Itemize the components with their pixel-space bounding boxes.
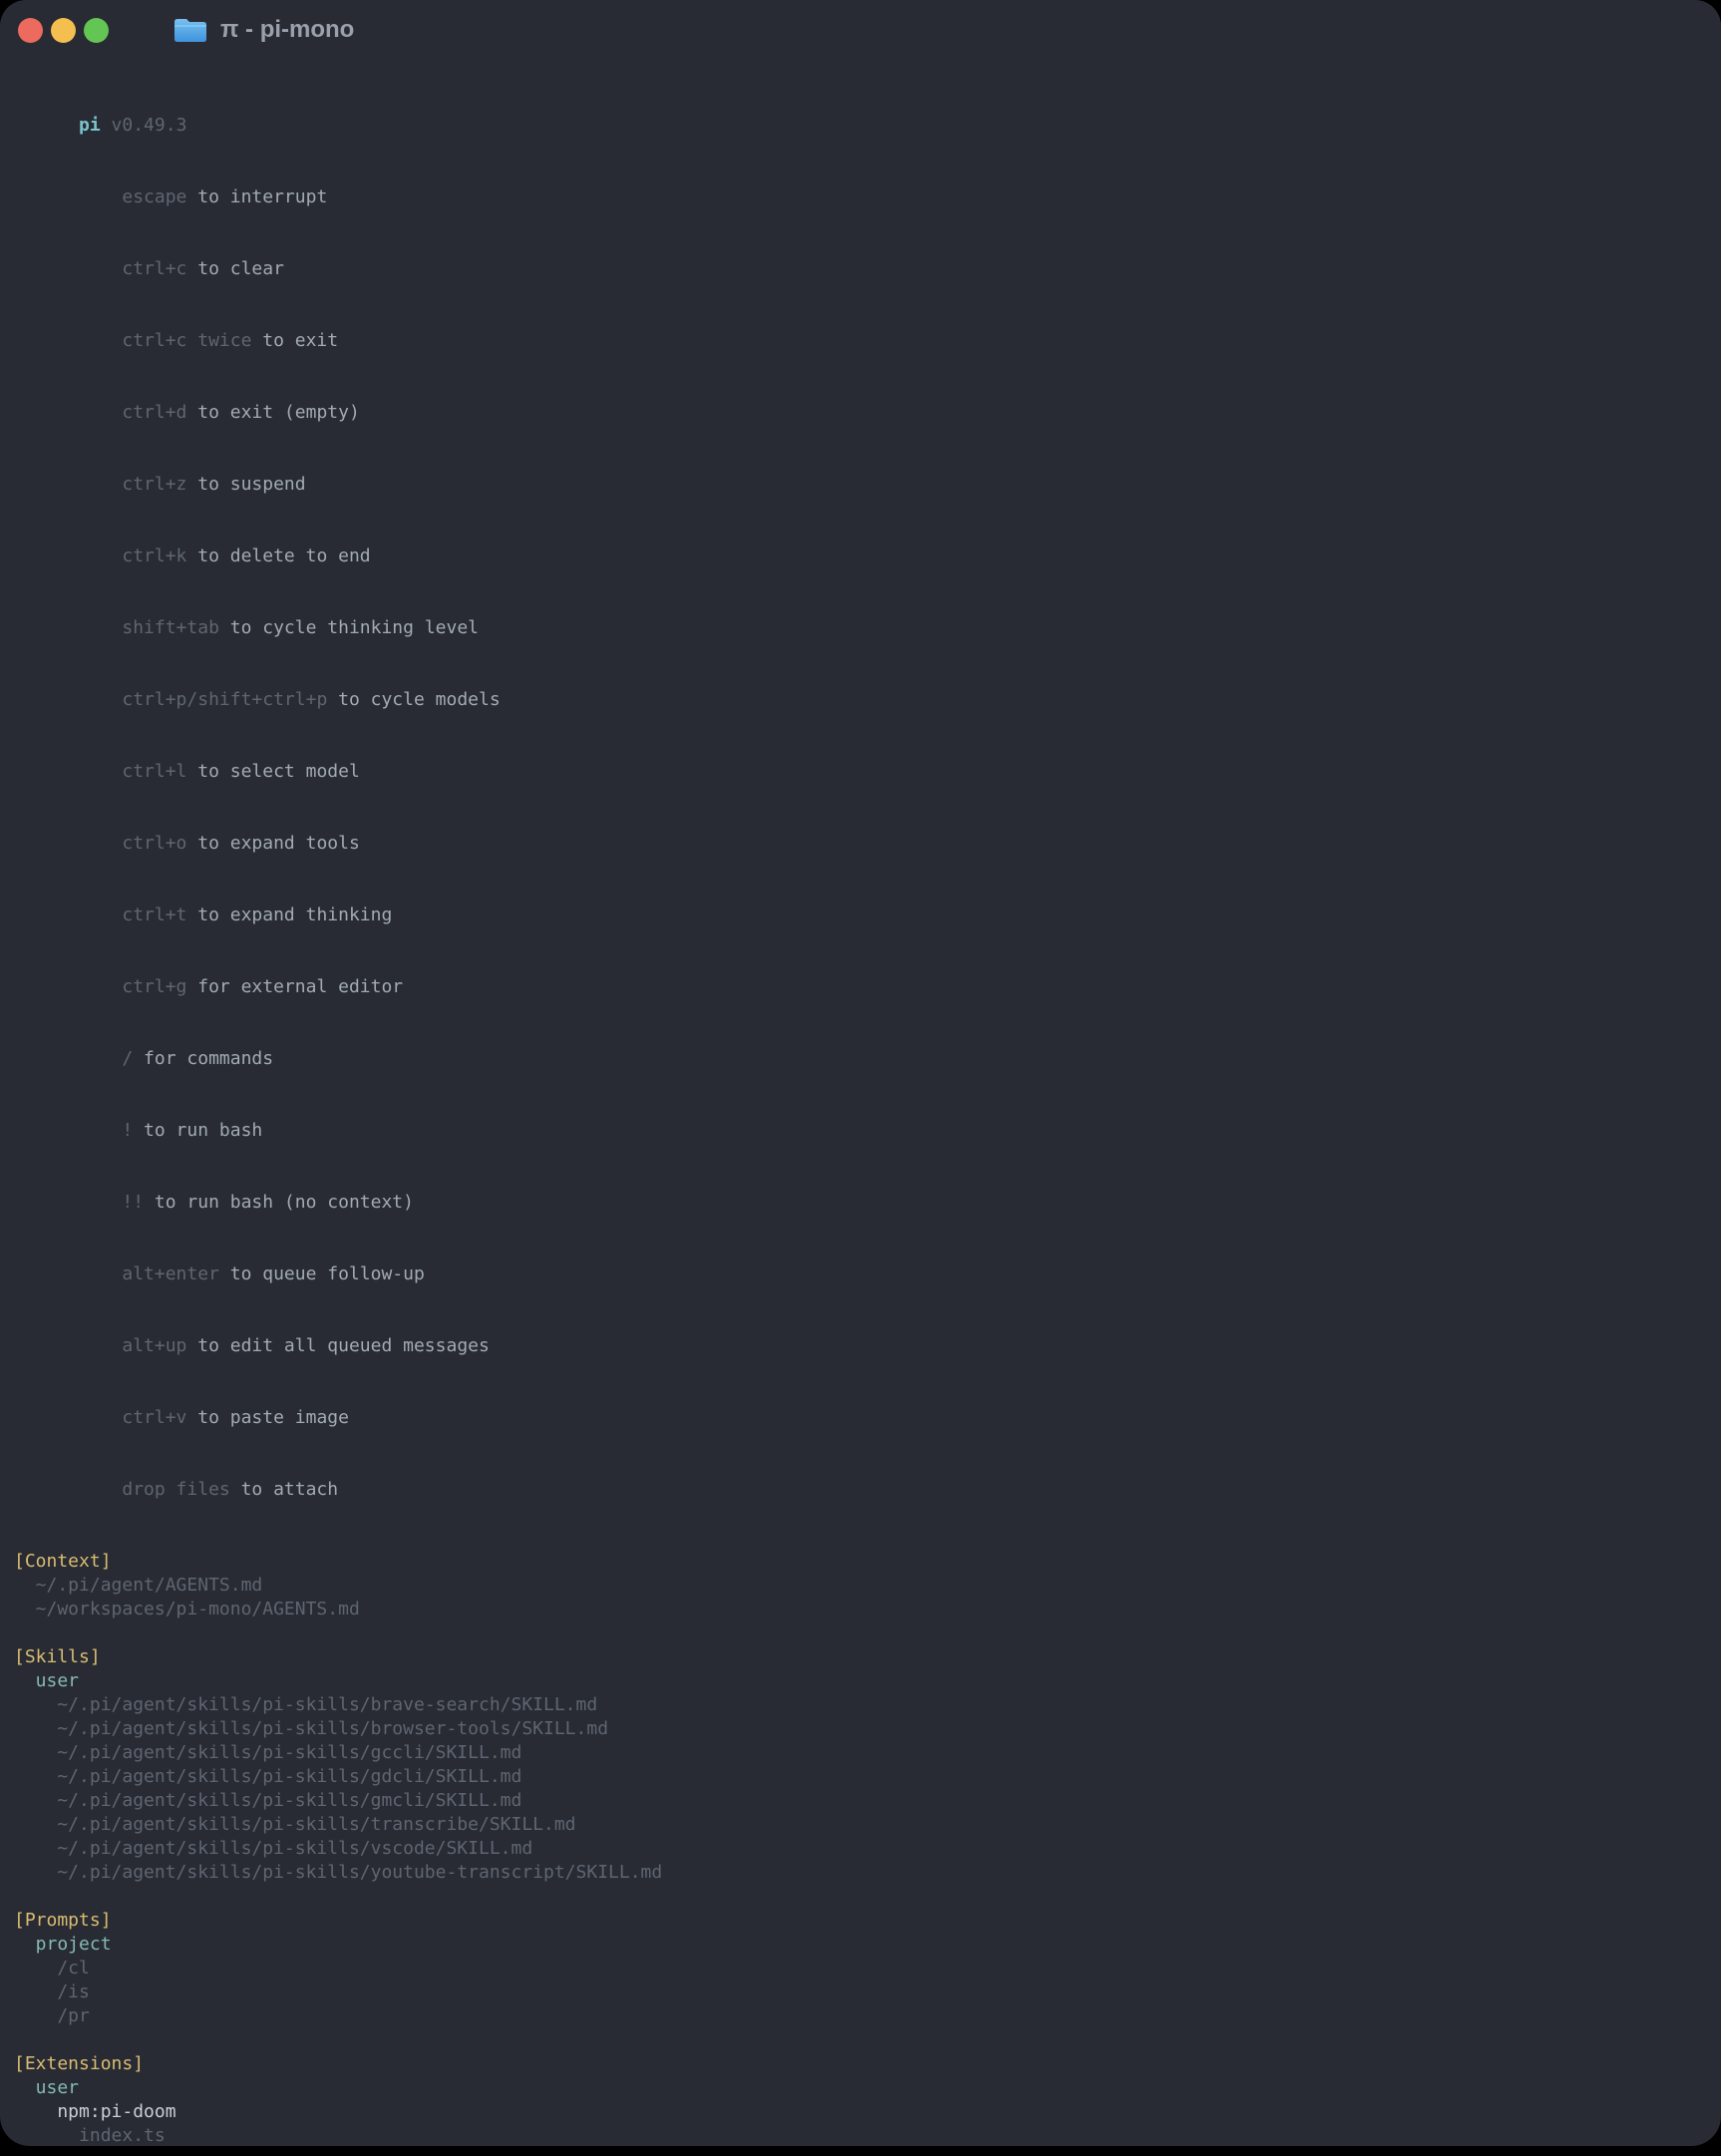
shortcut-key: ctrl+z (122, 474, 186, 495)
shortcut-desc: to delete to end (197, 545, 370, 566)
section-extensions: [Extensions] user npm:pi-doom index.ts p… (14, 2052, 1707, 2146)
shortcut-desc: to edit all queued messages (197, 1335, 490, 1356)
shortcut-desc: to exit (262, 330, 338, 351)
shortcut-line: drop files to attach (14, 1454, 1707, 1526)
shortcut-line: ctrl+k to delete to end (14, 521, 1707, 592)
terminal-content: pi v0.49.3 escape to interrupt ctrl+c to cl… (0, 90, 1721, 2146)
prompt-item: /cl (14, 1957, 1707, 1980)
shortcut-key: ctrl+c twice (122, 330, 251, 351)
shortcut-desc: to run bash (no context) (155, 1192, 414, 1213)
shortcut-line: ctrl+d to exit (empty) (14, 377, 1707, 449)
prompts-scope-label: project (14, 1933, 1707, 1957)
skills-scope-label: user (14, 1669, 1707, 1693)
context-header: [Context] (14, 1550, 1707, 1574)
skill-path: ~/.pi/agent/skills/pi-skills/youtube-tra… (14, 1861, 1707, 1885)
minimize-button[interactable] (51, 18, 76, 43)
shortcut-line: !! to run bash (no context) (14, 1167, 1707, 1239)
skill-path: ~/.pi/agent/skills/pi-skills/browser-too… (14, 1717, 1707, 1741)
skill-path: ~/.pi/agent/skills/pi-skills/gccli/SKILL… (14, 1741, 1707, 1765)
shortcut-key: ctrl+p/shift+ctrl+p (122, 689, 327, 710)
shortcut-line: ctrl+l to select model (14, 736, 1707, 808)
shortcut-key: ctrl+v (122, 1407, 186, 1428)
window-title: π - pi-mono (220, 18, 354, 42)
shortcut-line: alt+enter to queue follow-up (14, 1239, 1707, 1310)
extensions-user-scope-label: user (14, 2076, 1707, 2100)
folder-icon (172, 16, 208, 44)
shortcut-desc: to expand thinking (197, 904, 392, 925)
shortcut-line: ctrl+v to paste image (14, 1382, 1707, 1454)
section-skills: [Skills] user ~/.pi/agent/skills/pi-skil… (14, 1645, 1707, 1885)
extension-npm-file: index.ts (14, 2124, 1707, 2146)
shortcut-key: ! (122, 1120, 133, 1141)
section-prompts: [Prompts] project /cl/is/pr (14, 1909, 1707, 2028)
shortcut-key: alt+up (122, 1335, 186, 1356)
shortcut-key: alt+enter (122, 1263, 219, 1284)
shortcut-key: ctrl+t (122, 904, 186, 925)
skill-path: ~/.pi/agent/skills/pi-skills/brave-searc… (14, 1693, 1707, 1717)
shortcut-desc: to cycle models (338, 689, 501, 710)
skills-paths: ~/.pi/agent/skills/pi-skills/brave-searc… (14, 1693, 1707, 1885)
prompts-header: [Prompts] (14, 1909, 1707, 1933)
shortcut-desc: to expand tools (197, 833, 360, 854)
shortcut-line: alt+up to edit all queued messages (14, 1310, 1707, 1382)
shortcut-desc: for external editor (197, 976, 403, 997)
close-button[interactable] (18, 18, 43, 43)
shortcut-line: ctrl+t to expand thinking (14, 880, 1707, 951)
shortcut-desc: to cycle thinking level (230, 617, 479, 638)
shortcut-line: escape to interrupt (14, 162, 1707, 233)
extension-npm-package: npm:pi-doom (14, 2100, 1707, 2124)
shortcut-desc: for commands (144, 1048, 273, 1069)
shortcut-key: escape (122, 186, 186, 207)
shortcut-key: drop files (122, 1479, 229, 1500)
skill-path: ~/.pi/agent/skills/pi-skills/vscode/SKIL… (14, 1837, 1707, 1861)
maximize-button[interactable] (84, 18, 109, 43)
extensions-header: [Extensions] (14, 2052, 1707, 2076)
section-context: [Context] ~/.pi/agent/AGENTS.md~/workspa… (14, 1550, 1707, 1621)
shortcut-key: ctrl+o (122, 833, 186, 854)
shortcut-desc: to interrupt (197, 186, 327, 207)
shortcut-key: ctrl+k (122, 545, 186, 566)
app-version: v0.49.3 (112, 115, 187, 136)
app-version-line: pi v0.49.3 (14, 90, 1707, 162)
shortcut-key: shift+tab (122, 617, 219, 638)
terminal-window: π - pi-mono pi v0.49.3 escape to interrupt… (0, 0, 1721, 2146)
shortcuts-list: escape to interrupt ctrl+c to clear ctrl+c… (14, 162, 1707, 1526)
shortcut-desc: to queue follow-up (230, 1263, 425, 1284)
shortcut-desc: to attach (241, 1479, 339, 1500)
context-paths: ~/.pi/agent/AGENTS.md~/workspaces/pi-mon… (14, 1574, 1707, 1621)
shortcut-desc: to paste image (197, 1407, 349, 1428)
context-path: ~/workspaces/pi-mono/AGENTS.md (14, 1598, 1707, 1621)
shortcut-desc: to select model (197, 761, 360, 782)
shortcut-key: !! (122, 1192, 144, 1213)
shortcut-line: ctrl+c to clear (14, 233, 1707, 305)
app-name: pi (79, 115, 101, 136)
shortcut-key: / (122, 1048, 133, 1069)
shortcut-key: ctrl+c (122, 258, 186, 279)
prompt-item: /is (14, 1980, 1707, 2004)
shortcut-key: ctrl+g (122, 976, 186, 997)
shortcut-line: ctrl+p/shift+ctrl+p to cycle models (14, 664, 1707, 736)
shortcut-line: ! to run bash (14, 1095, 1707, 1167)
shortcut-desc: to run bash (144, 1120, 262, 1141)
shortcut-desc: to exit (empty) (197, 402, 360, 423)
shortcut-desc: to suspend (197, 474, 305, 495)
shortcut-key: ctrl+d (122, 402, 186, 423)
shortcut-line: / for commands (14, 1023, 1707, 1095)
shortcut-key: ctrl+l (122, 761, 186, 782)
shortcut-line: ctrl+o to expand tools (14, 808, 1707, 880)
prompts-items: /cl/is/pr (14, 1957, 1707, 2028)
skill-path: ~/.pi/agent/skills/pi-skills/gdcli/SKILL… (14, 1765, 1707, 1789)
shortcut-line: shift+tab to cycle thinking level (14, 592, 1707, 664)
shortcut-line: ctrl+c twice to exit (14, 305, 1707, 377)
shortcut-line: ctrl+g for external editor (14, 951, 1707, 1023)
shortcut-line: ctrl+z to suspend (14, 449, 1707, 521)
context-path: ~/.pi/agent/AGENTS.md (14, 1574, 1707, 1598)
prompt-item: /pr (14, 2004, 1707, 2028)
skills-header: [Skills] (14, 1645, 1707, 1669)
window-titlebar: π - pi-mono (0, 0, 1721, 60)
skill-path: ~/.pi/agent/skills/pi-skills/transcribe/… (14, 1813, 1707, 1837)
skill-path: ~/.pi/agent/skills/pi-skills/gmcli/SKILL… (14, 1789, 1707, 1813)
shortcut-desc: to clear (197, 258, 284, 279)
